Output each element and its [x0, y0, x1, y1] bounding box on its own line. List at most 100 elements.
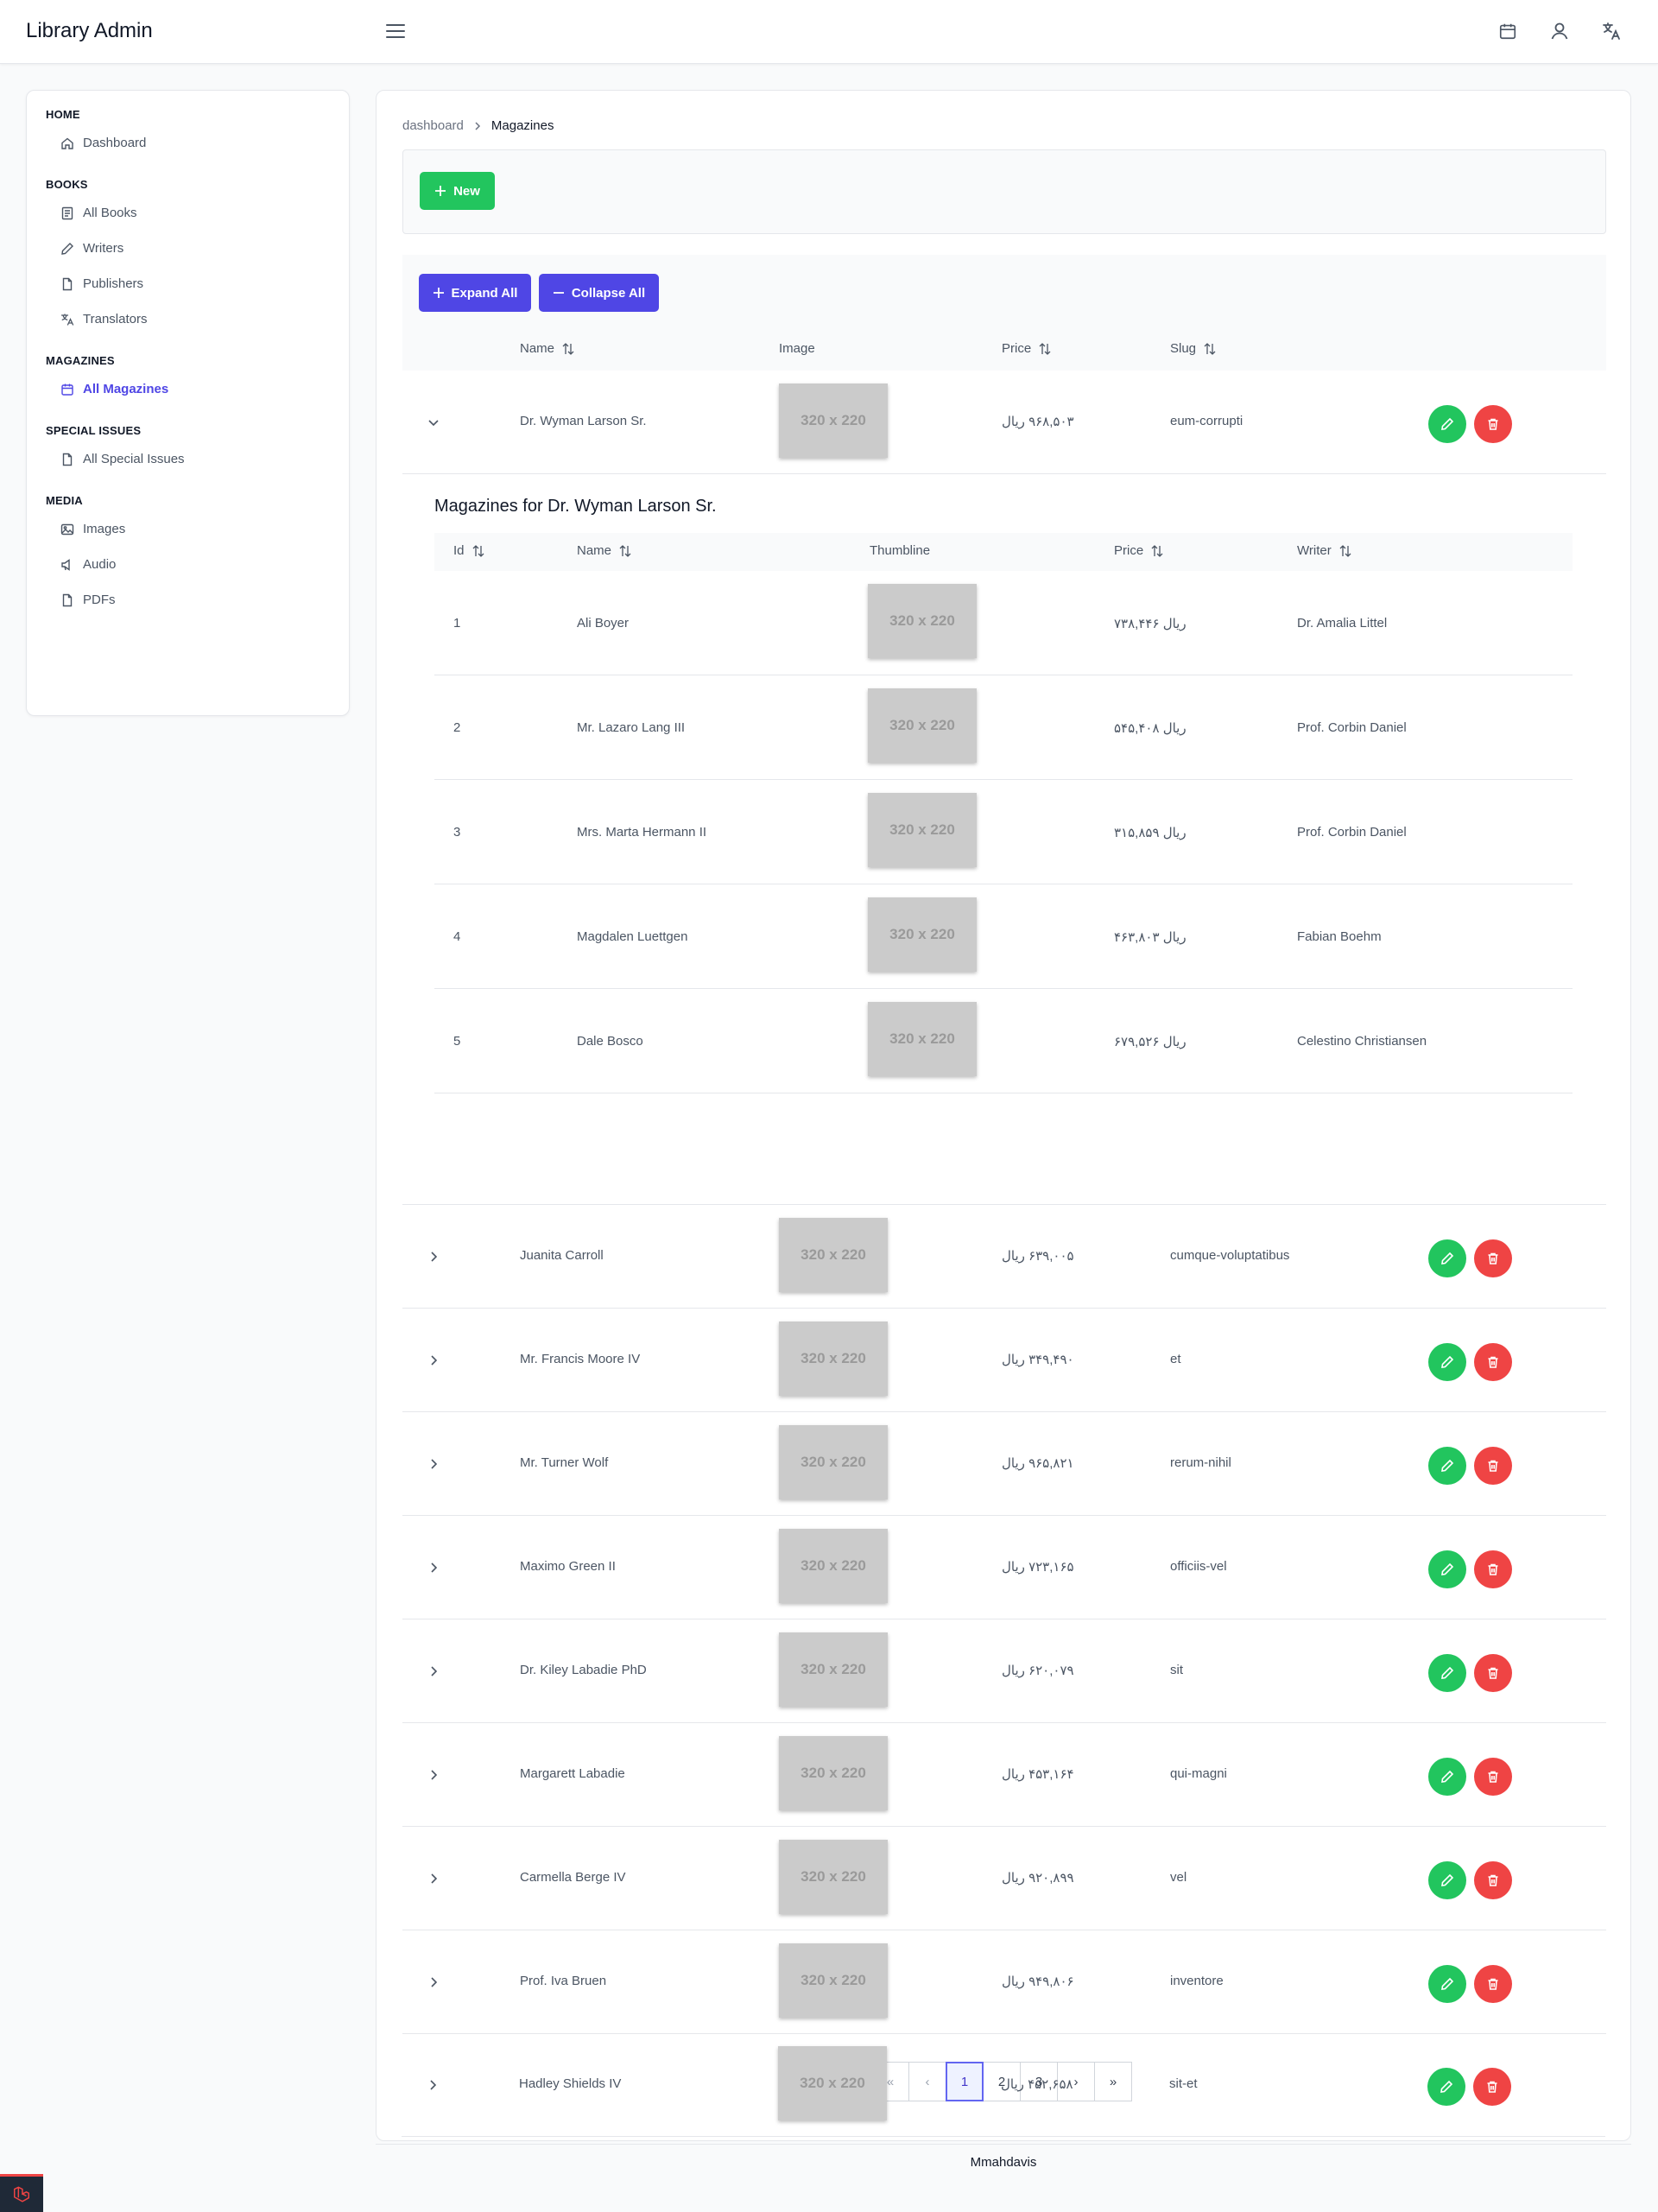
- sub-row-writer: Celestino Christiansen: [1297, 1034, 1427, 1049]
- sub-row-id: 2: [453, 720, 461, 735]
- sub-row-name: Magdalen Luettgen: [577, 929, 688, 944]
- sub-row-writer: Prof. Corbin Daniel: [1297, 720, 1407, 735]
- table-row: Prof. Iva Bruen 320 x 220 ۹۴۹,۸۰۶ ریال i…: [402, 1930, 1606, 2034]
- sidebar-item-audio[interactable]: Audio: [46, 547, 349, 582]
- sort-icon: [562, 342, 574, 355]
- edit-button[interactable]: [1428, 1239, 1466, 1277]
- sidebar-item-pdfs[interactable]: PDFs: [46, 582, 349, 618]
- sub-column-header-name[interactable]: Name: [577, 543, 632, 558]
- delete-button[interactable]: [1474, 1861, 1512, 1899]
- sidebar-item-label: Translators: [83, 311, 148, 326]
- chevron-right-icon[interactable]: [425, 1974, 442, 1991]
- file-icon: [62, 593, 73, 606]
- chevron-right-icon[interactable]: [425, 1559, 442, 1576]
- expand-all-label: Expand All: [451, 285, 518, 301]
- sub-row-name: Dale Bosco: [577, 1034, 643, 1049]
- sub-column-header-price[interactable]: Price: [1114, 543, 1164, 558]
- edit-button[interactable]: [1428, 1965, 1466, 2003]
- breadcrumb: dashboard Magazines: [402, 118, 554, 133]
- chevron-down-icon[interactable]: [425, 414, 442, 431]
- thumbnail-image: 320 x 220: [868, 1002, 977, 1076]
- sub-row-writer: Dr. Amalia Littel: [1297, 616, 1388, 631]
- minus-icon: [553, 292, 564, 294]
- chevron-right-icon[interactable]: [425, 1352, 442, 1369]
- trash-icon: [1488, 1356, 1498, 1368]
- row-price: ۹۶۸,۵۰۳ ریال: [1002, 415, 1074, 429]
- sidebar-item-all-magazines[interactable]: All Magazines: [46, 371, 349, 407]
- plus-icon: [433, 288, 444, 298]
- trash-icon: [1488, 1460, 1498, 1472]
- page-button-1[interactable]: 1: [946, 2062, 984, 2101]
- table-header-area: Expand All Collapse All Name Image Price…: [402, 255, 1606, 371]
- delete-button[interactable]: [1474, 1343, 1512, 1381]
- sub-table-row: 1 Ali Boyer 320 x 220 ۷۳۸,۴۴۶ ریال Dr. A…: [434, 571, 1573, 675]
- calendar-icon: [61, 383, 73, 396]
- delete-button[interactable]: [1473, 2068, 1511, 2106]
- thumbnail-image: 320 x 220: [779, 1632, 888, 1707]
- row-name: Mr. Turner Wolf: [520, 1455, 609, 1470]
- edit-button[interactable]: [1428, 405, 1466, 443]
- edit-button[interactable]: [1428, 1343, 1466, 1381]
- sidebar-item-translators[interactable]: Translators: [46, 301, 349, 337]
- hamburger-icon[interactable]: [385, 22, 406, 41]
- expansion-title: Magazines for Dr. Wyman Larson Sr.: [434, 497, 717, 516]
- file-icon: [62, 277, 73, 290]
- edit-button[interactable]: [1428, 1654, 1466, 1692]
- edit-button[interactable]: [1428, 1550, 1466, 1588]
- footer: Mmahdavis: [376, 2144, 1631, 2190]
- sub-column-header-id[interactable]: Id: [453, 543, 485, 558]
- chevron-right-icon[interactable]: [424, 2076, 441, 2094]
- row-name: Dr. Wyman Larson Sr.: [520, 414, 647, 428]
- delete-button[interactable]: [1474, 1758, 1512, 1796]
- table-row: Carmella Berge IV 320 x 220 ۹۲۰,۸۹۹ ریال…: [402, 1827, 1606, 1930]
- footer-text: Mmahdavis: [970, 2155, 1037, 2170]
- sidebar-item-all-books[interactable]: All Books: [46, 195, 349, 231]
- sidebar-item-publishers[interactable]: Publishers: [46, 266, 349, 301]
- pencil-icon: [1441, 1252, 1454, 1264]
- delete-button[interactable]: [1474, 1654, 1512, 1692]
- chevron-right-icon[interactable]: [425, 1248, 442, 1265]
- calendar-icon[interactable]: [1496, 19, 1520, 43]
- sidebar-item-writers[interactable]: Writers: [46, 231, 349, 266]
- sidebar-item-all-special-issues[interactable]: All Special Issues: [46, 441, 349, 477]
- trash-icon: [1488, 1667, 1498, 1679]
- column-header-price[interactable]: Price: [1002, 341, 1052, 356]
- new-button-label: New: [453, 183, 480, 199]
- pencil-icon: [1441, 1459, 1454, 1472]
- user-icon[interactable]: [1547, 19, 1572, 43]
- chevron-right-icon[interactable]: [425, 1870, 442, 1887]
- delete-button[interactable]: [1474, 405, 1512, 443]
- sort-icon: [1339, 544, 1351, 557]
- chevron-right-icon[interactable]: [425, 1663, 442, 1680]
- framework-logo-icon[interactable]: [0, 2174, 43, 2212]
- edit-button[interactable]: [1427, 2068, 1465, 2106]
- delete-button[interactable]: [1474, 1447, 1512, 1485]
- edit-button[interactable]: [1428, 1758, 1466, 1796]
- expand-all-button[interactable]: Expand All: [419, 274, 531, 312]
- edit-button[interactable]: [1428, 1861, 1466, 1899]
- chevron-right-icon[interactable]: [425, 1455, 442, 1473]
- row-name: Dr. Kiley Labadie PhD: [520, 1663, 647, 1677]
- sidebar-item-dashboard[interactable]: Dashboard: [46, 125, 349, 161]
- column-header-slug[interactable]: Slug: [1170, 341, 1217, 356]
- delete-button[interactable]: [1474, 1550, 1512, 1588]
- column-header-name[interactable]: Name: [520, 341, 575, 356]
- thumbnail-image: 320 x 220: [779, 1943, 888, 2018]
- sidebar-item-label: All Books: [83, 205, 137, 220]
- translate-icon[interactable]: [1599, 19, 1623, 43]
- sub-column-header-writer[interactable]: Writer: [1297, 543, 1352, 558]
- delete-button[interactable]: [1474, 1239, 1512, 1277]
- collapse-all-label: Collapse All: [571, 285, 646, 301]
- sidebar-item-label: All Special Issues: [83, 451, 185, 466]
- thumbnail-image: 320 x 220: [779, 383, 888, 458]
- edit-button[interactable]: [1428, 1447, 1466, 1485]
- sidebar-item-images[interactable]: Images: [46, 511, 349, 547]
- collapse-all-button[interactable]: Collapse All: [539, 274, 659, 312]
- breadcrumb-link-dashboard[interactable]: dashboard: [402, 118, 464, 133]
- sort-icon: [1039, 342, 1051, 355]
- row-price: ۴۵۳,۱۶۴ ریال: [1002, 1767, 1074, 1782]
- thumbnail-image: 320 x 220: [779, 1425, 888, 1499]
- delete-button[interactable]: [1474, 1965, 1512, 2003]
- new-button[interactable]: New: [420, 172, 495, 210]
- chevron-right-icon[interactable]: [425, 1766, 442, 1784]
